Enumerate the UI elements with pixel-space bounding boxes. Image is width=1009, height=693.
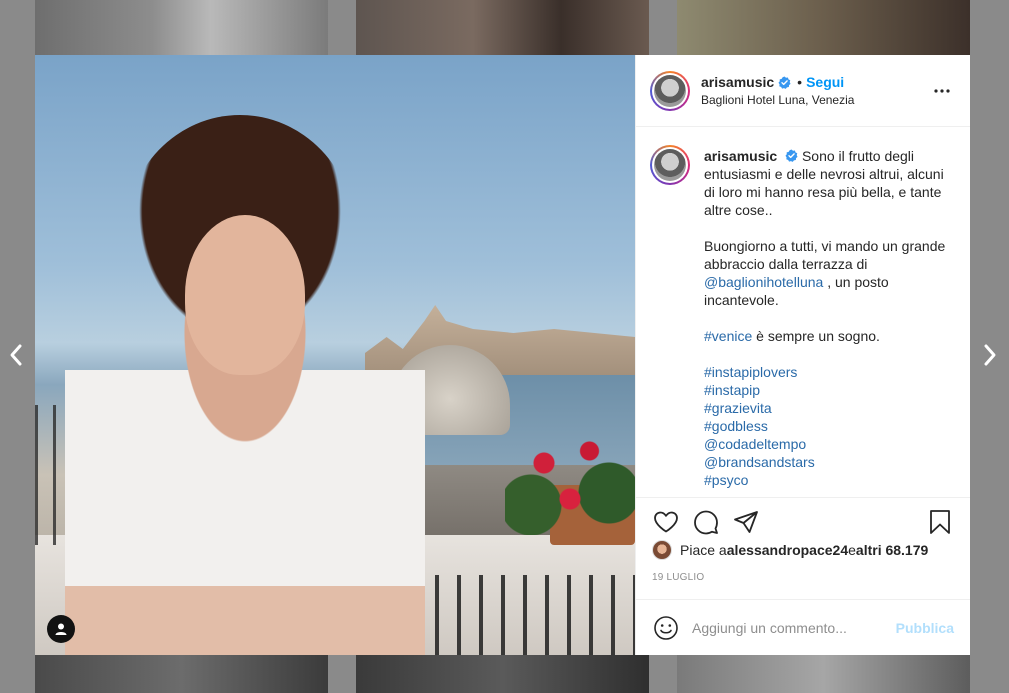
caption: arisamusic Sono il frutto degli entusias…	[650, 145, 954, 489]
heart-icon	[654, 511, 678, 533]
previous-post-button[interactable]	[4, 340, 28, 370]
emoji-icon	[654, 615, 678, 640]
like-button[interactable]	[652, 508, 680, 536]
mention-link[interactable]: @baglionihotelluna	[704, 274, 823, 290]
hashtag-link[interactable]: #psyco	[704, 471, 954, 489]
post-modal: arisamusic • Segui Baglioni Hotel Luna, …	[35, 55, 970, 655]
post-photo[interactable]	[35, 55, 635, 655]
likes-count-link[interactable]: altri 68.179	[856, 542, 928, 558]
grid-thumbnail[interactable]	[356, 0, 649, 55]
share-icon	[734, 511, 758, 533]
add-comment-bar: Pubblica	[636, 599, 970, 655]
share-button[interactable]	[732, 508, 760, 536]
hashtag-link[interactable]: #venice	[704, 328, 752, 344]
post-date[interactable]: 19 LUGLIO	[652, 572, 954, 583]
separator: •	[797, 74, 803, 90]
caption-text: Buongiorno a tutti, vi mando un grande a…	[704, 238, 946, 272]
chevron-left-icon	[10, 344, 22, 366]
emoji-button[interactable]	[652, 614, 680, 642]
grid-thumbnail[interactable]	[677, 655, 970, 693]
post-header: arisamusic • Segui Baglioni Hotel Luna, …	[636, 55, 970, 127]
liker-username-link[interactable]: alessandropace24	[727, 542, 848, 558]
grid-thumbnail[interactable]	[356, 655, 649, 693]
comment-icon	[694, 510, 718, 535]
tagged-users-button[interactable]	[47, 615, 75, 643]
likes-text: Piace a	[680, 542, 727, 558]
grid-thumbnail[interactable]	[35, 655, 328, 693]
avatar[interactable]	[650, 145, 690, 185]
grid-thumbnail[interactable]	[677, 0, 970, 55]
comments-area[interactable]: arisamusic Sono il frutto degli entusias…	[636, 127, 970, 497]
tag-list: #instapiplovers #instapip #grazievita #g…	[704, 363, 954, 489]
hashtag-link[interactable]: #instapip	[704, 381, 954, 399]
post-side-panel: arisamusic • Segui Baglioni Hotel Luna, …	[635, 55, 970, 655]
post-actions: Piace a alessandropace24 e altri 68.179 …	[636, 497, 970, 599]
photo-scenery	[435, 575, 635, 655]
save-button[interactable]	[926, 508, 954, 536]
likes-text: e	[848, 542, 856, 558]
comment-input[interactable]	[692, 619, 896, 636]
hashtag-link[interactable]: #instapiplovers	[704, 363, 954, 381]
avatar[interactable]	[650, 70, 690, 111]
caption-username[interactable]: arisamusic	[704, 148, 777, 164]
photo-scenery	[505, 415, 635, 535]
publish-button[interactable]: Pubblica	[896, 620, 954, 636]
verified-badge-icon	[785, 149, 798, 162]
more-options-button[interactable]	[930, 79, 954, 103]
next-post-button[interactable]	[978, 340, 1002, 370]
user-icon	[55, 623, 67, 635]
comment-button[interactable]	[692, 508, 720, 536]
verified-badge-icon	[778, 75, 791, 89]
follow-button[interactable]: Segui	[806, 74, 844, 90]
grid-thumbnail[interactable]	[35, 0, 328, 55]
username-link[interactable]: arisamusic	[701, 74, 774, 90]
mention-link[interactable]: @codadeltempo	[704, 435, 954, 453]
mention-link[interactable]: @brandsandstars	[704, 453, 954, 471]
hashtag-link[interactable]: #grazievita	[704, 399, 954, 417]
bookmark-icon	[930, 510, 950, 534]
hashtag-link[interactable]: #godbless	[704, 417, 954, 435]
caption-text: è sempre un sogno.	[752, 328, 880, 344]
photo-subject	[185, 215, 305, 375]
location-link[interactable]: Baglioni Hotel Luna, Venezia	[701, 93, 930, 107]
chevron-right-icon	[984, 344, 996, 366]
avatar[interactable]	[652, 540, 672, 560]
more-options-icon	[934, 88, 950, 93]
likes-summary: Piace a alessandropace24 e altri 68.179	[652, 540, 954, 560]
